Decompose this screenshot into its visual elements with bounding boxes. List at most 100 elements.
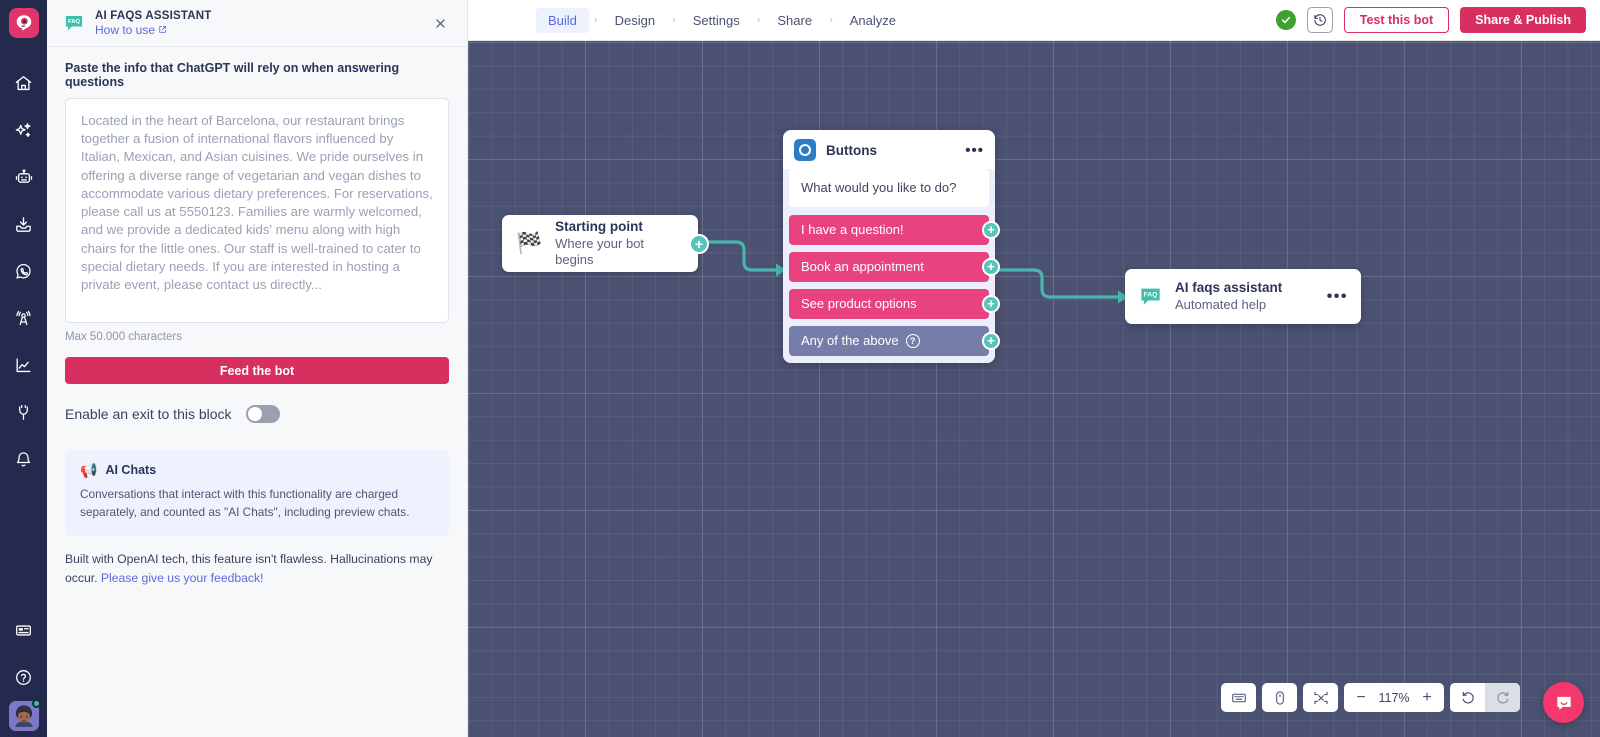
sidebar-item-bots[interactable] <box>0 154 47 201</box>
notice-title: AI Chats <box>105 463 157 477</box>
sidebar-item-integrations[interactable] <box>0 389 47 436</box>
messenger-bubble-icon[interactable] <box>1543 682 1584 723</box>
faq-badge-icon: FAQ <box>1138 284 1163 309</box>
button-option-book-an-appointment[interactable]: Book an appointment + <box>789 251 1000 282</box>
ai-chats-notice: 📢 AI Chats Conversations that interact w… <box>65 450 449 537</box>
how-to-use-link[interactable]: How to use <box>95 23 212 37</box>
share-publish-button[interactable]: Share & Publish <box>1460 7 1586 33</box>
notice-text: Conversations that interact with this fu… <box>80 487 410 519</box>
help-circle-icon[interactable]: ? <box>905 333 920 348</box>
panel-body: Paste the info that ChatGPT will rely on… <box>47 47 467 587</box>
svg-text:FAQ: FAQ <box>68 19 80 25</box>
flow-canvas[interactable]: 🏁 Starting point Where your bot begins +… <box>468 41 1600 737</box>
toggle-knob <box>247 407 262 421</box>
saved-check-icon <box>1275 10 1296 30</box>
zoom-control: − 117% + <box>1344 683 1444 712</box>
button-option-connector[interactable]: + <box>982 220 1000 239</box>
feed-the-bot-button[interactable]: Feed the bot <box>65 357 449 384</box>
sidebar-item-news[interactable] <box>0 607 47 654</box>
start-node-subtitle: Where your bot begins <box>555 235 645 267</box>
panel-header: FAQ AI FAQS ASSISTANT How to use <box>47 0 467 47</box>
sidebar-item-inbox[interactable] <box>0 201 47 248</box>
sidebar-item-broadcast[interactable] <box>0 295 47 342</box>
breadcrumb-separator: › <box>672 14 676 26</box>
online-status-dot <box>31 699 41 708</box>
tab-share[interactable]: Share <box>765 8 824 33</box>
exit-toggle[interactable] <box>245 405 280 423</box>
close-icon[interactable] <box>429 12 451 34</box>
sidebar-item-ai[interactable] <box>0 107 47 154</box>
zoom-in-button[interactable]: + <box>1413 683 1441 712</box>
tab-design[interactable]: Design <box>603 8 667 33</box>
top-actions: Test this bot Share & Publish <box>1275 7 1600 33</box>
tab-settings[interactable]: Settings <box>681 8 752 33</box>
buttons-block-icon <box>794 139 816 161</box>
button-option-see-product-options[interactable]: See product options + <box>789 288 1000 319</box>
button-option-label: I have a question! <box>801 222 904 238</box>
flow-edges <box>688 240 1128 304</box>
page-title: AI FAQS ASSISTANT <box>95 9 212 22</box>
sidebar-item-help[interactable] <box>0 654 47 701</box>
node-starting-point[interactable]: 🏁 Starting point Where your bot begins + <box>502 215 709 272</box>
max-chars-hint: Max 50.000 characters <box>65 331 182 343</box>
keyboard-icon[interactable] <box>1221 683 1256 712</box>
zoom-level-value: 117% <box>1378 690 1410 705</box>
history-group <box>1450 683 1520 712</box>
app-logo[interactable] <box>8 8 39 38</box>
faq-badge-icon: FAQ <box>63 12 85 34</box>
start-node-title: Starting point <box>555 218 643 234</box>
start-node-text: Starting point Where your bot begins <box>555 219 684 268</box>
app-root: FAQ AI FAQS ASSISTANT How to use Paste t… <box>0 0 1600 737</box>
left-nav-rail <box>0 0 47 737</box>
avatar[interactable] <box>8 699 41 731</box>
external-link-icon <box>159 26 166 33</box>
faq-node-menu-icon[interactable]: ••• <box>1327 289 1348 304</box>
zoom-out-button[interactable]: − <box>1347 683 1375 712</box>
rail-bottom-group <box>0 607 47 737</box>
tab-analyze[interactable]: Analyze <box>838 8 908 33</box>
redo-icon[interactable] <box>1485 683 1520 712</box>
node-buttons[interactable]: Buttons ••• What would you like to do? I… <box>783 130 1000 363</box>
ai-faqs-panel: FAQ AI FAQS ASSISTANT How to use Paste t… <box>47 0 468 737</box>
rail-icon-list <box>0 60 47 483</box>
buttons-node-title: Buttons <box>826 142 877 158</box>
panel-title-group: AI FAQS ASSISTANT How to use <box>95 10 212 37</box>
button-option-label: Any of the above <box>801 333 899 349</box>
button-option-i-have-a-question[interactable]: I have a question! + <box>789 214 1000 245</box>
node-ai-faqs-assistant[interactable]: FAQ AI faqs assistant Automated help ••• <box>1125 269 1361 324</box>
button-option-connector[interactable]: + <box>982 294 1000 313</box>
start-node-connector[interactable]: + <box>689 233 709 254</box>
test-this-bot-button[interactable]: Test this bot <box>1343 7 1450 33</box>
knowledge-textarea-value: Located in the heart of Barcelona, our r… <box>81 113 433 292</box>
notice-header: 📢 AI Chats <box>80 463 434 477</box>
exit-toggle-row: Enable an exit to this block <box>65 405 449 423</box>
history-clock-icon[interactable] <box>1306 7 1333 33</box>
top-bar: Build › Design › Settings › Share › Anal… <box>468 0 1600 41</box>
buttons-block-ring <box>799 144 811 156</box>
sidebar-item-home[interactable] <box>0 60 47 107</box>
megaphone-icon: 📢 <box>80 462 98 478</box>
sidebar-item-analytics[interactable] <box>0 342 47 389</box>
breadcrumb-separator: › <box>593 14 598 26</box>
button-option-connector[interactable]: + <box>982 331 1000 350</box>
tab-build[interactable]: Build <box>536 7 589 33</box>
button-option-any-of-the-above[interactable]: Any of the above ? + <box>789 325 1000 356</box>
fit-screen-group <box>1303 683 1338 712</box>
button-option-connector[interactable]: + <box>982 257 1000 276</box>
feedback-link[interactable]: Please give us your feedback! <box>101 571 264 585</box>
fit-to-screen-icon[interactable] <box>1303 683 1338 712</box>
breadcrumb-separator: › <box>829 14 833 26</box>
buttons-node-prompt: What would you like to do? <box>789 169 989 207</box>
buttons-node-header: Buttons ••• <box>783 130 995 169</box>
breadcrumb: Build › Design › Settings › Share › Anal… <box>536 7 908 33</box>
sidebar-item-whatsapp[interactable] <box>0 248 47 295</box>
mouse-icon[interactable] <box>1262 683 1297 712</box>
knowledge-textarea[interactable]: Located in the heart of Barcelona, our r… <box>65 98 449 323</box>
buttons-node-menu-icon[interactable]: ••• <box>965 143 984 158</box>
openai-disclaimer: Built with OpenAI tech, this feature isn… <box>65 550 449 587</box>
undo-icon[interactable] <box>1450 683 1485 712</box>
sidebar-item-notifications[interactable] <box>0 436 47 483</box>
breadcrumb-separator: › <box>756 14 761 26</box>
faq-node-subtitle: Automated help <box>1175 296 1267 312</box>
faq-node-title: AI faqs assistant <box>1175 279 1283 295</box>
